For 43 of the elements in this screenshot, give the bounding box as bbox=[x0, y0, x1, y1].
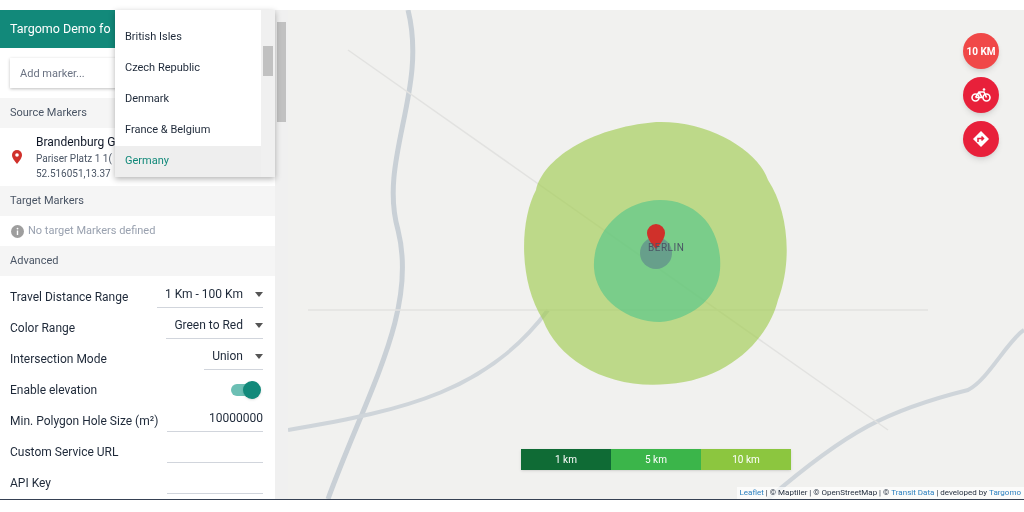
setting-label: Color Range bbox=[10, 319, 76, 337]
legend-item: 1 km bbox=[521, 449, 611, 470]
app-title: Targomo Demo fo bbox=[10, 19, 111, 38]
caret-icon bbox=[255, 353, 263, 359]
marker-name: Brandenburg G bbox=[36, 134, 116, 151]
toggle-switch[interactable] bbox=[231, 383, 259, 396]
dropdown-option[interactable]: British Isles bbox=[115, 22, 261, 53]
marker-address: Pariser Platz 1 1( bbox=[36, 152, 113, 166]
text-input[interactable]: 10000000 bbox=[167, 409, 263, 432]
scrollbar[interactable] bbox=[275, 10, 288, 499]
map-pin-icon bbox=[12, 150, 22, 164]
attribution-text: | © Maptiler | © OpenStreetMap | © bbox=[764, 487, 891, 499]
attribution-link[interactable]: Leaflet bbox=[739, 487, 764, 499]
setting-label: Custom Service URL bbox=[10, 443, 119, 461]
setting-label: API Key bbox=[10, 474, 51, 492]
select-field[interactable]: Green to Red bbox=[166, 316, 263, 339]
bicycle-icon bbox=[971, 88, 991, 102]
map-button[interactable] bbox=[963, 77, 999, 113]
directions-icon bbox=[973, 131, 989, 147]
map-button[interactable] bbox=[963, 121, 999, 157]
setting-label: Enable elevation bbox=[10, 381, 98, 399]
city-label: BERLIN bbox=[648, 241, 685, 255]
setting-label: Min. Polygon Hole Size (m²) bbox=[10, 412, 159, 430]
dropdown-scrollbar[interactable] bbox=[261, 10, 275, 177]
attribution-link[interactable]: Targomo bbox=[989, 487, 1021, 499]
map-button[interactable]: 10 KM bbox=[963, 33, 999, 69]
caret-icon bbox=[255, 322, 263, 328]
dropdown-option[interactable]: Germany bbox=[115, 146, 261, 177]
attribution-link[interactable]: Transit Data bbox=[891, 487, 935, 499]
select-field[interactable]: 1 Km - 100 Km bbox=[156, 285, 263, 308]
empty-message: No target Markers defined bbox=[28, 222, 156, 239]
setting-label: Intersection Mode bbox=[10, 350, 107, 368]
caret-icon bbox=[255, 291, 263, 297]
legend-item: 10 km bbox=[701, 449, 791, 470]
setting-label: Travel Distance Range bbox=[10, 288, 129, 306]
select-field[interactable]: Union bbox=[204, 347, 263, 370]
marker-coordinates: 52.516051,13.37 bbox=[36, 167, 112, 181]
section-header: Advanced bbox=[0, 246, 275, 276]
dropdown-option[interactable]: Czech Republic bbox=[115, 53, 261, 84]
section-header: Target Markers bbox=[0, 186, 275, 216]
attribution-text: | developed by bbox=[935, 487, 989, 499]
info-icon bbox=[11, 224, 24, 238]
legend-item: 5 km bbox=[611, 449, 701, 470]
